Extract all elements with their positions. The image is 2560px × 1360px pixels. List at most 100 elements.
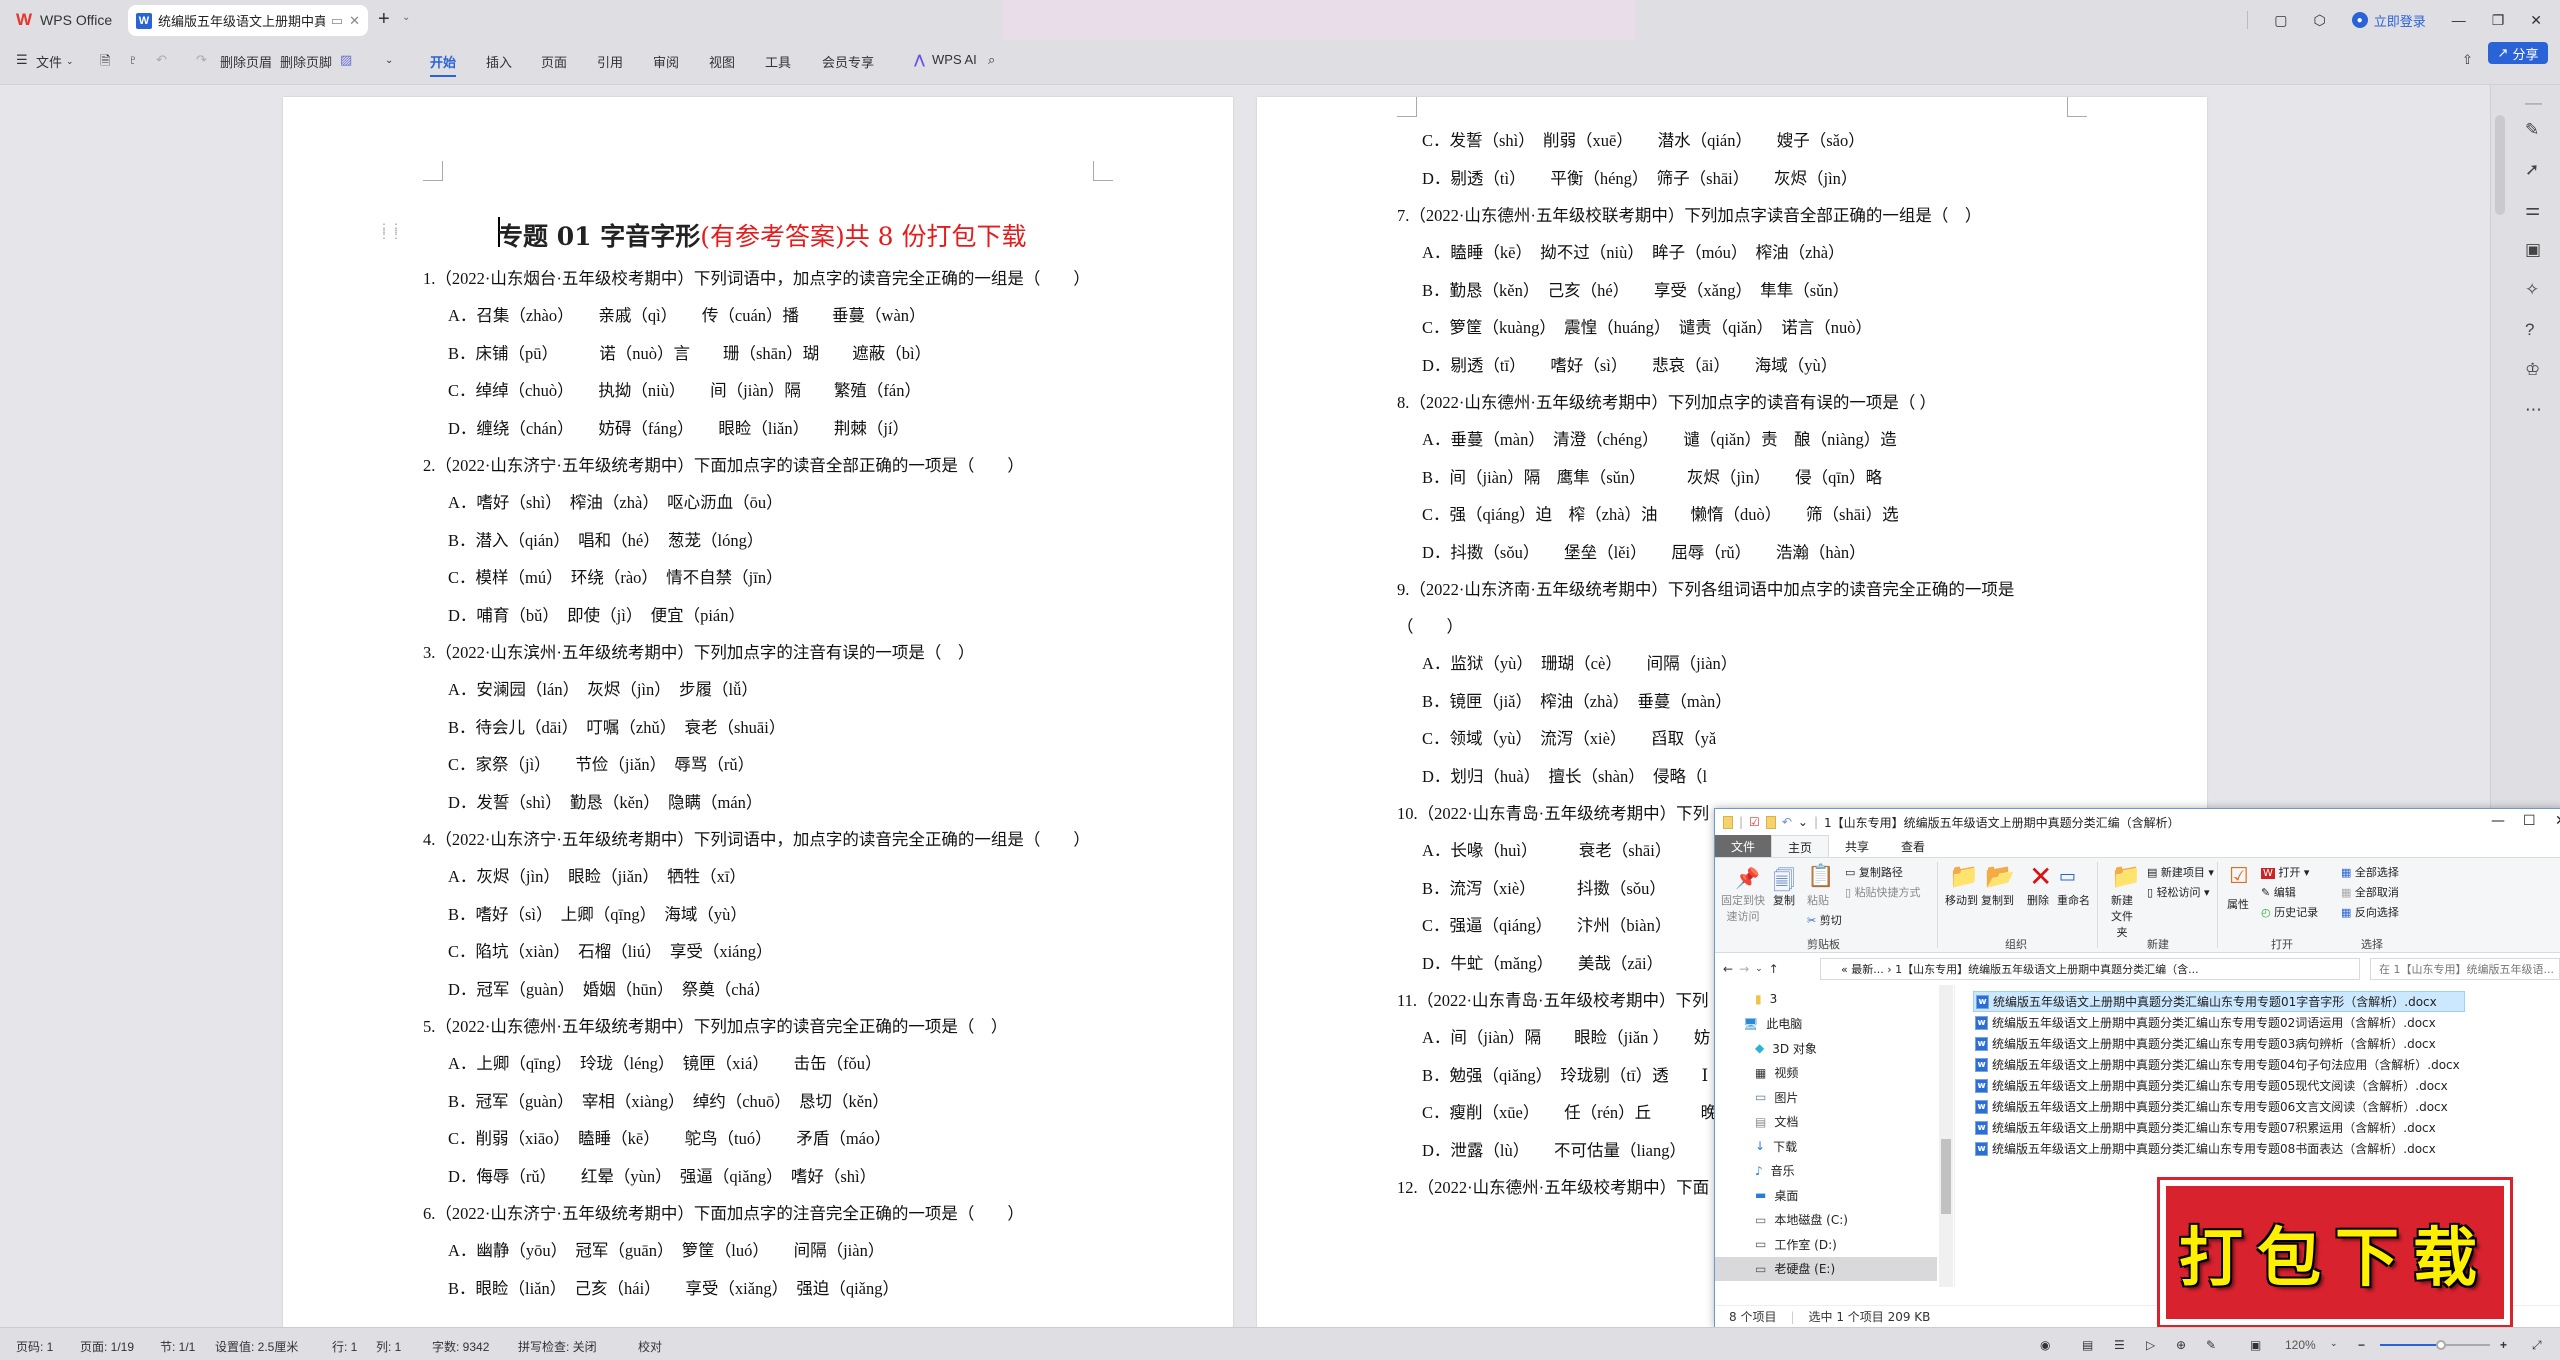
move-to-button[interactable]: 移动到	[1945, 892, 1978, 908]
invert-selection-button[interactable]: ▦ 反向选择	[2341, 904, 2399, 920]
search-icon[interactable]: ⌕	[988, 52, 995, 68]
answer-option[interactable]: A．灰烬（jìn） 眼睑（jiǎn） 牺牲（xī）	[448, 863, 746, 887]
question-stem[interactable]: 4.（2022·山东济宁·五年级统考期中）下列词语中，加点字的读音完全正确的一组…	[423, 826, 1090, 850]
redo-icon[interactable]: ↷	[196, 52, 207, 68]
copy-button[interactable]: 复制	[1773, 892, 1795, 908]
question-stem-continued[interactable]: （ ）	[1397, 613, 1463, 637]
zoom-slider[interactable]	[2380, 1340, 2490, 1350]
file-list[interactable]: w 统编版五年级语文上册期中真题分类汇编山东专用专题01字音字形（含解析）.doc…	[1973, 991, 2560, 1159]
status-page-number[interactable]: 页码: 1	[16, 1338, 53, 1355]
status-word-count[interactable]: 字数: 9342	[432, 1338, 489, 1355]
format-painter-icon[interactable]: ♇	[128, 52, 138, 67]
tab-view[interactable]: 视图	[709, 52, 735, 71]
new-tab-chevron-icon[interactable]: ⌄	[402, 12, 410, 23]
answer-option[interactable]: D．缠绕（chán） 妨碍（fáng） 眼睑（liǎn） 荆棘（jí）	[448, 415, 909, 439]
answer-option[interactable]: A．上卿（qīng） 玲珑（léng） 镜匣（xiá） 击缶（fǒu）	[448, 1050, 882, 1074]
undo-icon[interactable]: ↶	[156, 52, 167, 68]
window-layout-icon[interactable]: ▢	[2274, 12, 2287, 29]
forward-arrow-icon[interactable]: →	[1739, 962, 1749, 976]
nav-item[interactable]: ▤ 文档	[1715, 1110, 1937, 1134]
answer-option[interactable]: B．床铺（pū） 诺（nuò）言 珊（shān）瑚 遮蔽（bì）	[448, 340, 931, 364]
edit-button[interactable]: ✎ 编辑	[2261, 884, 2296, 900]
explorer-search-input[interactable]: 在 1【山东专用】统编版五年级语...	[2370, 958, 2560, 980]
magic-wand-icon[interactable]: ✧	[2525, 280, 2539, 300]
quick-access-chevron-icon[interactable]: ⌄	[1798, 815, 1808, 829]
answer-option[interactable]: D．划归（huà） 擅长（shàn） 侵略（l	[1422, 763, 1707, 787]
cloud-upload-icon[interactable]: ⇧	[2462, 52, 2473, 68]
answer-option[interactable]: D．泄露（lù） 不可估量（liang）	[1422, 1137, 1686, 1161]
answer-option[interactable]: B．流泻（xiè） 抖擞（sǒu）	[1422, 875, 1666, 899]
explorer-tab-file[interactable]: 文件	[1715, 835, 1772, 857]
new-item-button[interactable]: ▤ 新建项目 ▾	[2147, 864, 2214, 880]
answer-option[interactable]: A．垂蔓（màn） 清澄（chéng） 谴（qiǎn）责 酿（niàng）造	[1422, 426, 1897, 450]
nav-item[interactable]: ♪ 音乐	[1715, 1159, 1937, 1183]
up-arrow-icon[interactable]: ↑	[1769, 962, 1779, 976]
zoom-in-icon[interactable]: +	[2500, 1338, 2507, 1352]
question-stem[interactable]: 7.（2022·山东德州·五年级校联考期中）下列加点字读音全部正确的一组是（ ）	[1397, 202, 1981, 226]
answer-option[interactable]: D．冠军（guàn） 婚姻（hūn） 祭奠（chá）	[448, 976, 771, 1000]
question-stem[interactable]: 5.（2022·山东德州·五年级统考期中）下列加点字的读音完全正确的一项是（ ）	[423, 1013, 1007, 1037]
file-row[interactable]: w 统编版五年级语文上册期中真题分类汇编山东专用专题04句子句法应用（含解析）.d…	[1973, 1054, 2560, 1075]
web-view-icon[interactable]: ⊕	[2176, 1338, 2186, 1352]
question-stem[interactable]: 9.（2022·山东济南·五年级统考期中）下列各组词语中加点字的读音完全正确的一…	[1397, 576, 2014, 600]
explorer-close-icon[interactable]: ✕	[2555, 813, 2560, 829]
wps-ai-button[interactable]: WPS AI	[932, 52, 977, 67]
history-button[interactable]: ◴ 历史记录	[2261, 904, 2318, 920]
answer-option[interactable]: B．勤恳（kěn） 己亥（hé） 享受（xǎng） 隼隼（sǔn）	[1422, 277, 1849, 301]
delete-button[interactable]: 删除	[2027, 892, 2049, 908]
share-button[interactable]: ↗ 分享	[2488, 42, 2548, 64]
explorer-tab-home[interactable]: 主页	[1771, 835, 1830, 857]
answer-option[interactable]: C．强（qiáng）迫 榨（zhà）油 懒惰（duò） 筛（shāi）选	[1422, 501, 1899, 525]
select-pointer-icon[interactable]: ➚	[2525, 160, 2539, 180]
close-window-icon[interactable]: ✕	[2530, 12, 2542, 29]
tab-member[interactable]: 会员专享	[822, 52, 874, 71]
answer-option[interactable]: D．哺育（bǔ） 即使（jì） 便宜（pián）	[448, 602, 745, 626]
copy-to-button[interactable]: 复制到	[1981, 892, 2014, 908]
answer-option[interactable]: C．绰绰（chuò） 执拗（niù） 间（jiàn）隔 繁殖（fán）	[448, 377, 921, 401]
fullscreen-icon[interactable]: ⤢	[2532, 1338, 2542, 1353]
rename-button[interactable]: 重命名	[2057, 892, 2090, 908]
play-icon[interactable]: ▷	[2146, 1338, 2155, 1352]
answer-option[interactable]: C．强逼（qiáng） 汴州（biàn）	[1422, 912, 1671, 936]
help-icon[interactable]: ?	[2525, 320, 2534, 340]
properties-button[interactable]: 属性	[2227, 896, 2249, 912]
nav-item[interactable]: 🖥 此电脑	[1715, 1012, 1937, 1036]
answer-option[interactable]: B．待会儿（dāi） 叮嘱（zhǔ） 衰老（shuāi）	[448, 714, 785, 738]
recent-chevron-icon[interactable]: ⌄	[1755, 964, 1763, 974]
save-icon[interactable]: 🗎	[100, 52, 110, 74]
nav-scrollbar-thumb[interactable]	[1941, 1139, 1951, 1214]
address-bar[interactable]: « 最新... › 1【山东专用】统编版五年级语文上册期中真题分类汇编（含...	[1820, 958, 2360, 980]
answer-option[interactable]: D．侮辱（rǔ） 红晕（yùn） 强逼（qiǎng） 嗜好（shì）	[448, 1163, 876, 1187]
answer-option[interactable]: A．幽静（yōu） 冠军（guān） 箩筐（luó） 间隔（jiàn）	[448, 1237, 884, 1261]
answer-option[interactable]: B．潜入（qián） 唱和（hé） 葱茏（lóng）	[448, 527, 763, 551]
nav-item[interactable]: ◆ 3D 对象	[1715, 1036, 1937, 1060]
status-row[interactable]: 行: 1	[332, 1338, 357, 1355]
delete-footer-button[interactable]: 删除页脚	[280, 52, 332, 71]
login-button[interactable]: ● 立即登录	[2351, 11, 2426, 30]
file-row[interactable]: w 统编版五年级语文上册期中真题分类汇编山东专用专题05现代文阅读（含解析）.do…	[1973, 1075, 2560, 1096]
new-folder-button[interactable]: 新建文件夹	[2107, 892, 2137, 940]
answer-option[interactable]: D．剔透（tì） 平衡（héng） 筛子（shāi） 灰烬（jìn）	[1422, 165, 1857, 189]
explorer-minimize-icon[interactable]: —	[2491, 813, 2505, 829]
answer-option[interactable]: C．陷坑（xiàn） 石榴（liú） 享受（xiáng）	[448, 938, 773, 962]
status-section[interactable]: 节: 1/1	[160, 1338, 195, 1355]
navigation-pane[interactable]: ▮ 3 🖥 此电脑 ◆ 3D 对象 ▦ 视频 ▭ 图片 ▤ 文档 ↓ 下载 ♪ 音乐 ▬ 桌面 ▭ 本地磁盘 (C:)…	[1715, 985, 1955, 1287]
nav-item[interactable]: ▦ 视频	[1715, 1061, 1937, 1085]
properties-quick-icon[interactable]: ☑	[1749, 815, 1760, 829]
select-all-button[interactable]: ▦ 全部选择	[2341, 864, 2399, 880]
close-tab-icon[interactable]: ✕	[349, 13, 360, 29]
answer-option[interactable]: B．冠军（guàn） 宰相（xiàng） 绰约（chuō） 恳切（kěn）	[448, 1088, 889, 1112]
restore-icon[interactable]: ❐	[2492, 12, 2505, 29]
eye-protection-icon[interactable]: ◉	[2040, 1338, 2050, 1352]
file-row[interactable]: w 统编版五年级语文上册期中真题分类汇编山东专用专题07积累运用（含解析）.doc…	[1973, 1117, 2560, 1138]
question-stem[interactable]: 6.（2022·山东济宁·五年级统考期中）下面加点字的注音完全正确的一项是（ ）	[423, 1200, 1024, 1224]
file-row[interactable]: w 统编版五年级语文上册期中真题分类汇编山东专用专题02词语运用（含解析）.doc…	[1973, 1012, 2560, 1033]
answer-option[interactable]: C．箩筐（kuàng） 震惶（huáng） 谴责（qiǎn） 诺言（nuò）	[1422, 314, 1872, 338]
nav-item[interactable]: ▭ 工作室 (D:)	[1715, 1232, 1937, 1256]
question-stem[interactable]: 8.（2022·山东德州·五年级统考期中）下列加点字的读音有误的一项是（ ）	[1397, 389, 1936, 413]
image-tools-icon[interactable]: ▣	[2525, 240, 2541, 260]
question-stem[interactable]: 11.（2022·山东青岛·五年级校考期中）下列	[1397, 987, 1709, 1011]
zoom-chevron-icon[interactable]: ⌄	[2330, 1338, 2338, 1349]
document-title[interactable]: 专题 01 字音字形(有参考答案)共 8 份打包下载	[498, 217, 1027, 253]
status-page[interactable]: 页面: 1/19	[80, 1338, 134, 1355]
